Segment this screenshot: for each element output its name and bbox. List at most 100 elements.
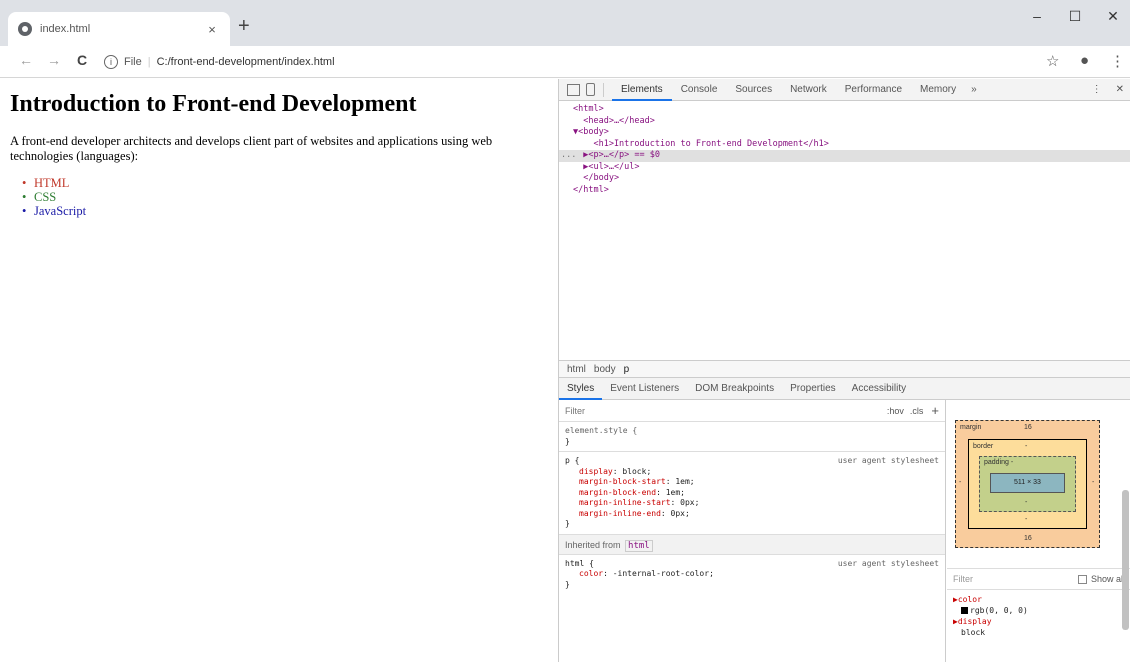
color-swatch[interactable] bbox=[961, 607, 968, 614]
tab-network[interactable]: Network bbox=[781, 79, 836, 101]
devtools-menu-icon[interactable]: ⋮ bbox=[1085, 84, 1109, 95]
computed-pane: margin 16 - - 16 border - - padding - 51… bbox=[947, 400, 1130, 662]
decl-val: 1em; bbox=[675, 477, 695, 486]
p-rule: p { user agent stylesheet display: block… bbox=[559, 452, 945, 535]
decl-prop: margin-block-end bbox=[579, 487, 657, 497]
computed-color-value: rgb(0, 0, 0) bbox=[970, 606, 1028, 615]
new-tab-icon[interactable]: + bbox=[238, 16, 250, 36]
margin-bottom-value[interactable]: 16 bbox=[1024, 535, 1032, 542]
new-rule-icon[interactable]: + bbox=[931, 403, 939, 418]
box-model-content[interactable]: 511 × 33 bbox=[990, 473, 1065, 493]
dom-node[interactable]: <head>…</head> bbox=[559, 116, 1130, 128]
tab-properties[interactable]: Properties bbox=[782, 378, 844, 400]
tab-styles[interactable]: Styles bbox=[559, 378, 603, 400]
dom-node[interactable]: ▶<ul>…</ul> bbox=[559, 162, 1130, 174]
show-all-checkbox[interactable] bbox=[1077, 574, 1087, 584]
element-style-rule: element.style { } bbox=[559, 422, 945, 452]
declaration[interactable]: margin-block-start: 1em; bbox=[565, 477, 939, 488]
tab-elements[interactable]: Elements bbox=[612, 79, 672, 101]
breadcrumb-body[interactable]: body bbox=[590, 364, 620, 375]
computed-filter-input[interactable]: Filter bbox=[953, 574, 973, 584]
tab-event-listeners[interactable]: Event Listeners bbox=[602, 378, 687, 400]
computed-prop-name[interactable]: ▶display bbox=[953, 616, 1125, 627]
rule-close: } bbox=[565, 579, 570, 589]
decl-prop: margin-inline-end bbox=[579, 508, 661, 518]
dom-node-selected-text: ▶<p>…</p> == $0 bbox=[573, 150, 660, 160]
declaration[interactable]: color: -internal-root-color; bbox=[565, 569, 939, 580]
dom-node[interactable]: <h1>Introduction to Front-end Developmen… bbox=[559, 139, 1130, 151]
tab-dom-breakpoints[interactable]: DOM Breakpoints bbox=[687, 378, 782, 400]
device-toolbar-icon[interactable] bbox=[586, 83, 595, 96]
reload-icon[interactable]: C bbox=[72, 52, 92, 68]
minimize-icon[interactable]: – bbox=[1022, 8, 1052, 24]
tab-performance[interactable]: Performance bbox=[836, 79, 911, 101]
margin-top-value[interactable]: 16 bbox=[1024, 424, 1032, 431]
page-heading: Introduction to Front-end Development bbox=[10, 91, 417, 117]
rule-close: } bbox=[565, 436, 570, 446]
tab-close-icon[interactable]: × bbox=[204, 22, 220, 37]
browser-tab[interactable]: index.html × bbox=[8, 12, 230, 46]
declaration[interactable]: margin-inline-end: 0px; bbox=[565, 509, 939, 520]
maximize-icon[interactable]: ☐ bbox=[1060, 8, 1090, 25]
margin-right-value[interactable]: - bbox=[1092, 479, 1094, 486]
list-item-html: HTML bbox=[22, 176, 548, 190]
address-toolbar: ← → C i File | C:/front-end-development/… bbox=[0, 46, 1130, 78]
computed-prop-value: rgb(0, 0, 0) bbox=[953, 605, 1125, 616]
devtools-panel: Elements Console Sources Network Perform… bbox=[558, 79, 1130, 662]
styles-filter-input[interactable] bbox=[565, 405, 881, 416]
decl-val: -internal-root-color; bbox=[612, 569, 714, 578]
breadcrumb-p[interactable]: p bbox=[620, 364, 634, 375]
dom-node-selected[interactable]: ... ▶<p>…</p> == $0 bbox=[559, 150, 1130, 162]
show-all-label: Show all bbox=[1090, 574, 1125, 584]
decl-prop: margin-block-start bbox=[579, 477, 666, 486]
forward-icon[interactable]: → bbox=[44, 52, 64, 68]
tab-console[interactable]: Console bbox=[672, 79, 727, 101]
dom-node[interactable]: <html> bbox=[559, 104, 1130, 116]
dom-node[interactable]: </body> bbox=[559, 173, 1130, 185]
breadcrumb-html[interactable]: html bbox=[563, 364, 590, 375]
dom-node[interactable]: ▼<body> bbox=[559, 127, 1130, 139]
computed-filter-row: Filter Show all bbox=[947, 568, 1130, 590]
rule-source: user agent stylesheet bbox=[837, 456, 939, 465]
show-all-toggle[interactable]: Show all bbox=[1077, 574, 1125, 584]
padding-bottom-value[interactable]: - bbox=[1025, 499, 1027, 506]
address-bar[interactable]: i File | C:/front-end-development/index.… bbox=[104, 51, 1044, 73]
tab-accessibility[interactable]: Accessibility bbox=[844, 378, 914, 400]
hov-toggle[interactable]: :hov bbox=[887, 406, 904, 416]
border-bottom-value[interactable]: - bbox=[1025, 516, 1027, 523]
computed-prop-name[interactable]: ▶color bbox=[953, 594, 1125, 605]
declaration[interactable]: display: block; bbox=[565, 467, 939, 478]
devtools-close-icon[interactable]: ✕ bbox=[1109, 84, 1130, 95]
inherited-tag[interactable]: html bbox=[625, 539, 653, 552]
border-label: border bbox=[973, 443, 994, 450]
more-tabs-icon[interactable]: » bbox=[971, 84, 977, 95]
technology-list: HTML CSS JavaScript bbox=[10, 176, 548, 218]
declaration[interactable]: margin-inline-start: 0px; bbox=[565, 498, 939, 509]
decl-val: 0px; bbox=[670, 508, 690, 518]
globe-icon bbox=[18, 22, 32, 36]
back-icon[interactable]: ← bbox=[16, 52, 36, 68]
address-url[interactable]: C:/front-end-development/index.html bbox=[157, 56, 335, 68]
close-window-icon[interactable]: ✕ bbox=[1098, 8, 1128, 25]
padding-label: padding - bbox=[984, 459, 1014, 466]
dom-node[interactable]: </html> bbox=[559, 185, 1130, 197]
rule-selector[interactable]: element.style { bbox=[565, 426, 939, 437]
browser-menu-icon[interactable]: ⋮ bbox=[1110, 52, 1125, 70]
computed-scrollbar[interactable] bbox=[1122, 490, 1129, 630]
dom-gutter: ... bbox=[561, 150, 577, 160]
declaration[interactable]: margin-block-end: 1em; bbox=[565, 488, 939, 499]
border-top-value[interactable]: - bbox=[1025, 443, 1027, 450]
info-icon[interactable]: i bbox=[104, 55, 118, 69]
tab-memory[interactable]: Memory bbox=[911, 79, 965, 101]
margin-left-value[interactable]: - bbox=[959, 479, 961, 486]
devtools-tabbar: Elements Console Sources Network Perform… bbox=[559, 79, 1130, 101]
cls-toggle[interactable]: .cls bbox=[910, 406, 924, 416]
account-icon[interactable]: ● bbox=[1080, 52, 1089, 69]
box-model-margin: margin 16 - - 16 border - - padding - 51… bbox=[955, 420, 1100, 548]
list-item-css: CSS bbox=[22, 190, 548, 204]
decl-val: block; bbox=[622, 466, 652, 476]
tab-sources[interactable]: Sources bbox=[726, 79, 781, 101]
bookmark-star-icon[interactable]: ☆ bbox=[1046, 52, 1059, 70]
inspect-element-icon[interactable] bbox=[567, 83, 580, 96]
dom-tree: <html> <head>…</head> ▼<body> <h1>Introd… bbox=[559, 102, 1130, 360]
